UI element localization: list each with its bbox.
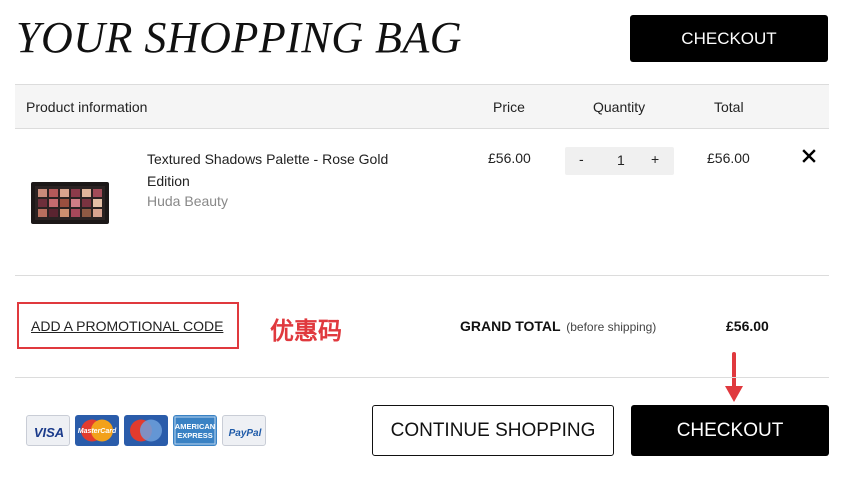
product-total: £56.00 <box>707 150 750 166</box>
svg-text:MasterCard: MasterCard <box>78 428 117 435</box>
svg-text:AMERICAN: AMERICAN <box>175 422 215 431</box>
quantity-decrease-button[interactable]: - <box>579 151 584 167</box>
column-price: Price <box>493 99 525 115</box>
quantity-increase-button[interactable]: + <box>651 151 659 167</box>
summary-divider <box>15 377 829 378</box>
product-name[interactable]: Textured Shadows Palette - Rose Gold Edi… <box>147 148 417 192</box>
amex-card-icon: AMERICAN EXPRESS <box>173 415 217 446</box>
quantity-stepper: - 1 + <box>565 147 674 175</box>
paypal-card-icon: PayPal <box>222 415 266 446</box>
table-header: Product information Price Quantity Total <box>15 84 829 129</box>
continue-shopping-button[interactable]: CONTINUE SHOPPING <box>372 405 614 456</box>
checkout-button-bottom[interactable]: CHECKOUT <box>631 405 829 456</box>
product-image[interactable] <box>30 180 110 226</box>
quantity-value[interactable]: 1 <box>617 152 625 168</box>
grand-total-label: GRAND TOTAL (before shipping) <box>460 318 656 334</box>
row-divider <box>15 275 829 276</box>
column-quantity: Quantity <box>593 99 646 115</box>
svg-text:VISA: VISA <box>34 425 64 440</box>
page-title: YOUR SHOPPING BAG <box>16 13 463 62</box>
column-product-information: Product information <box>26 99 148 115</box>
close-icon[interactable] <box>800 147 820 167</box>
add-promotional-code-link[interactable]: ADD A PROMOTIONAL CODE <box>31 318 223 334</box>
svg-text:EXPRESS: EXPRESS <box>177 431 212 440</box>
checkout-button-top[interactable]: CHECKOUT <box>630 15 828 62</box>
grand-total-text: GRAND TOTAL <box>460 318 561 334</box>
arrow-down-icon <box>723 352 745 404</box>
promo-annotation: 优惠码 <box>270 317 342 345</box>
visa-card-icon: VISA <box>26 415 70 446</box>
grand-total-value: £56.00 <box>726 318 769 334</box>
grand-total-note: (before shipping) <box>566 320 657 334</box>
product-price: £56.00 <box>488 150 531 166</box>
mastercard-card-icon: MasterCard <box>75 415 119 446</box>
product-brand: Huda Beauty <box>147 193 228 209</box>
svg-text:PayPal: PayPal <box>229 428 262 439</box>
maestro-card-icon <box>124 415 168 446</box>
column-total: Total <box>714 99 744 115</box>
